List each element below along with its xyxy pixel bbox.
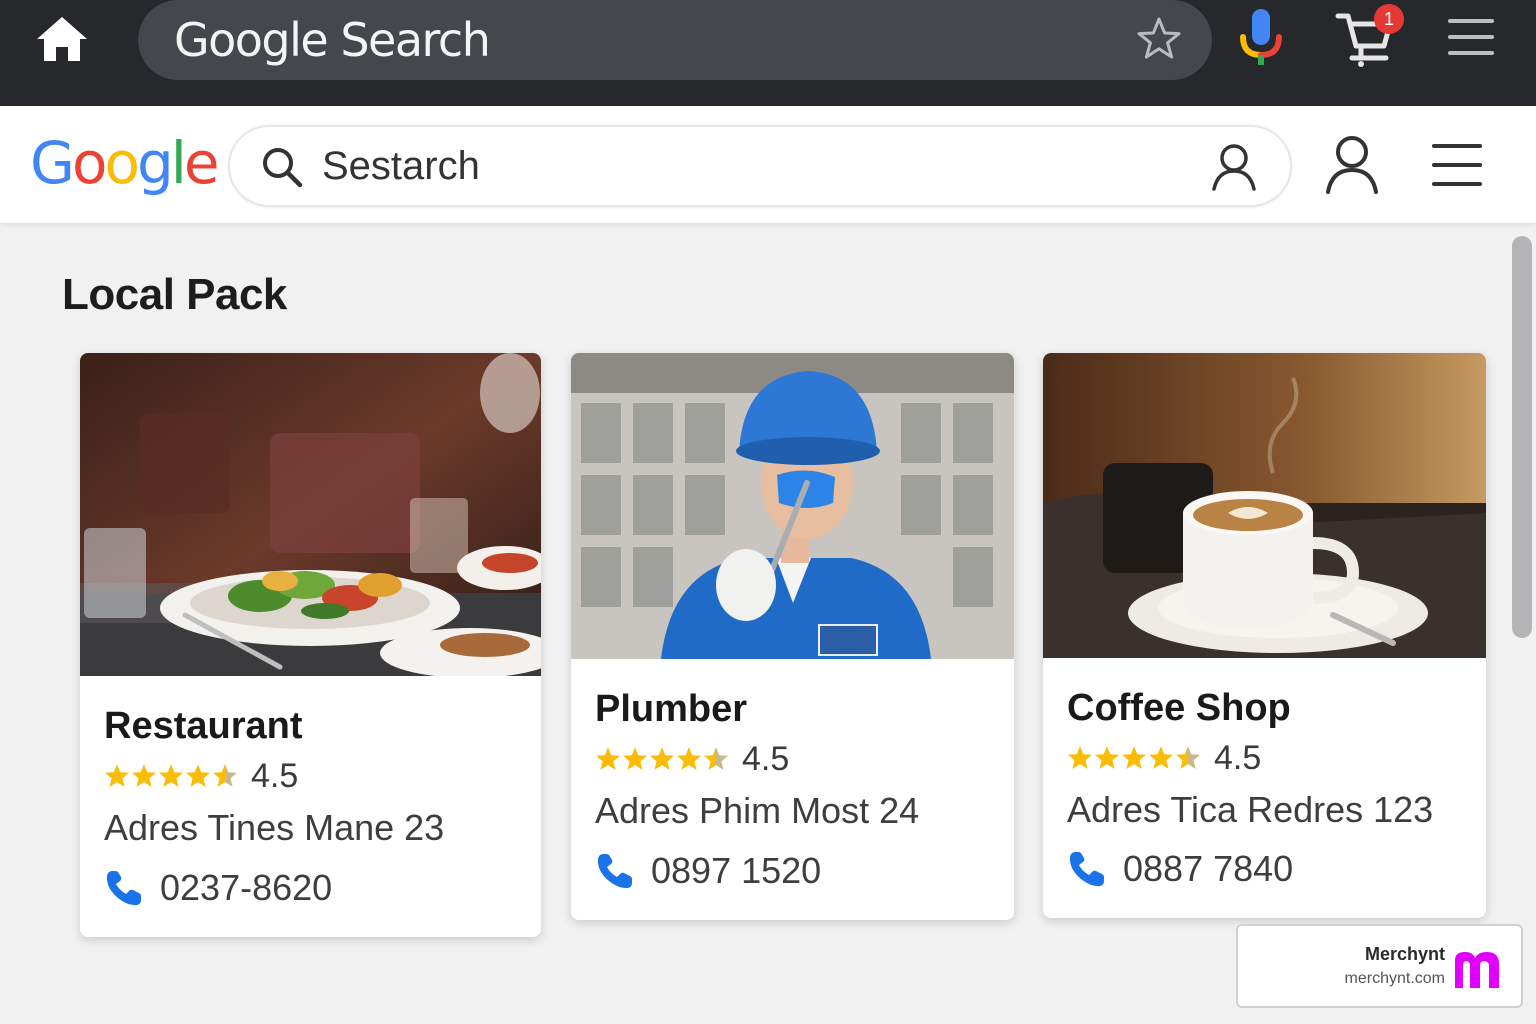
star-half-icon <box>1176 746 1200 769</box>
star-full-icon <box>186 764 210 787</box>
star-full-icon <box>623 747 647 770</box>
phone-icon <box>106 871 141 906</box>
home-icon <box>37 17 87 61</box>
scrollbar[interactable] <box>1512 236 1532 638</box>
business-name[interactable]: Plumber <box>595 686 747 732</box>
merchynt-logo-icon <box>1455 952 1499 988</box>
business-name[interactable]: Restaurant <box>104 703 303 749</box>
star-rating <box>1067 745 1202 771</box>
account-icon[interactable] <box>1208 141 1260 193</box>
star-full-icon <box>105 764 129 787</box>
logo-letter: l <box>170 129 187 197</box>
star-full-icon <box>596 747 620 770</box>
business-card-plumber[interactable]: Plumber 4.5 Adres Phim Most 24 0897 1520 <box>571 353 1014 920</box>
google-logo[interactable]: Google <box>30 128 220 198</box>
star-full-icon <box>1122 746 1146 769</box>
bookmark-button[interactable] <box>1134 14 1184 64</box>
phone-number[interactable]: 0237-8620 <box>160 866 332 910</box>
cart-badge: 1 <box>1374 4 1404 34</box>
star-half-icon <box>704 747 728 770</box>
business-address: Adres Tica Redres 123 <box>1067 789 1434 830</box>
star-rating <box>595 746 730 772</box>
restaurant-salad-photo <box>80 353 541 676</box>
search-box[interactable] <box>228 125 1292 207</box>
star-icon <box>1137 17 1181 59</box>
watermark-url: merchynt.com <box>1344 970 1445 987</box>
rating-value: 4.5 <box>742 740 790 778</box>
search-icon <box>263 148 303 188</box>
phone-icon <box>1069 852 1104 887</box>
home-button[interactable] <box>30 10 94 68</box>
logo-letter: o <box>71 129 107 197</box>
business-address: Adres Tines Mane 23 <box>104 807 445 848</box>
phone-row[interactable]: 0897 1520 <box>595 849 821 893</box>
menu-icon[interactable] <box>1428 138 1486 192</box>
business-card-coffee-shop[interactable]: Coffee Shop 4.5 Adres Tica Redres 123 08… <box>1043 353 1486 918</box>
phone-row[interactable]: 0237-8620 <box>104 866 332 910</box>
business-address: Adres Phim Most 24 <box>595 790 920 831</box>
logo-letter: o <box>104 129 139 197</box>
business-name[interactable]: Coffee Shop <box>1067 685 1291 731</box>
rating-value: 4.5 <box>1214 739 1262 777</box>
browser-menu-button[interactable] <box>1444 12 1498 62</box>
star-rating <box>104 763 239 789</box>
logo-letter: g <box>136 129 174 197</box>
star-full-icon <box>1095 746 1119 769</box>
business-card-restaurant[interactable]: Restaurant 4.5 Adres Tines Mane 23 0237-… <box>80 353 541 937</box>
coffee-cup-photo <box>1043 353 1486 658</box>
star-half-icon <box>213 764 237 787</box>
phone-row[interactable]: 0887 7840 <box>1067 847 1293 891</box>
watermark-name: Merchynt <box>1364 944 1445 964</box>
star-full-icon <box>159 764 183 787</box>
address-bar-text: Google Search <box>174 13 491 67</box>
browser-toolbar: Google Search 1 <box>0 0 1536 106</box>
star-full-icon <box>650 747 674 770</box>
cart-button[interactable]: 1 <box>1334 4 1404 68</box>
star-full-icon <box>1149 746 1173 769</box>
search-header: Google <box>0 106 1536 224</box>
rating-row: 4.5 <box>595 739 789 779</box>
plumber-worker-photo <box>571 353 1014 659</box>
mic-icon <box>1240 9 1282 65</box>
logo-letter: G <box>30 129 75 197</box>
merchynt-watermark[interactable]: Merchynt merchynt.com <box>1236 924 1523 1008</box>
star-full-icon <box>132 764 156 787</box>
phone-number[interactable]: 0897 1520 <box>651 849 821 893</box>
phone-number[interactable]: 0887 7840 <box>1123 847 1293 891</box>
logo-letter: e <box>183 129 220 197</box>
phone-icon <box>597 854 632 889</box>
user-account-icon[interactable] <box>1322 134 1382 196</box>
star-full-icon <box>1068 746 1092 769</box>
address-bar[interactable]: Google Search <box>138 0 1212 80</box>
rating-row: 4.5 <box>104 756 298 796</box>
search-input[interactable] <box>322 141 1182 191</box>
menu-icon <box>1448 19 1494 55</box>
rating-row: 4.5 <box>1067 738 1261 778</box>
section-title: Local Pack <box>62 270 287 319</box>
voice-search-button[interactable] <box>1234 6 1288 68</box>
rating-value: 4.5 <box>251 757 299 795</box>
star-full-icon <box>677 747 701 770</box>
